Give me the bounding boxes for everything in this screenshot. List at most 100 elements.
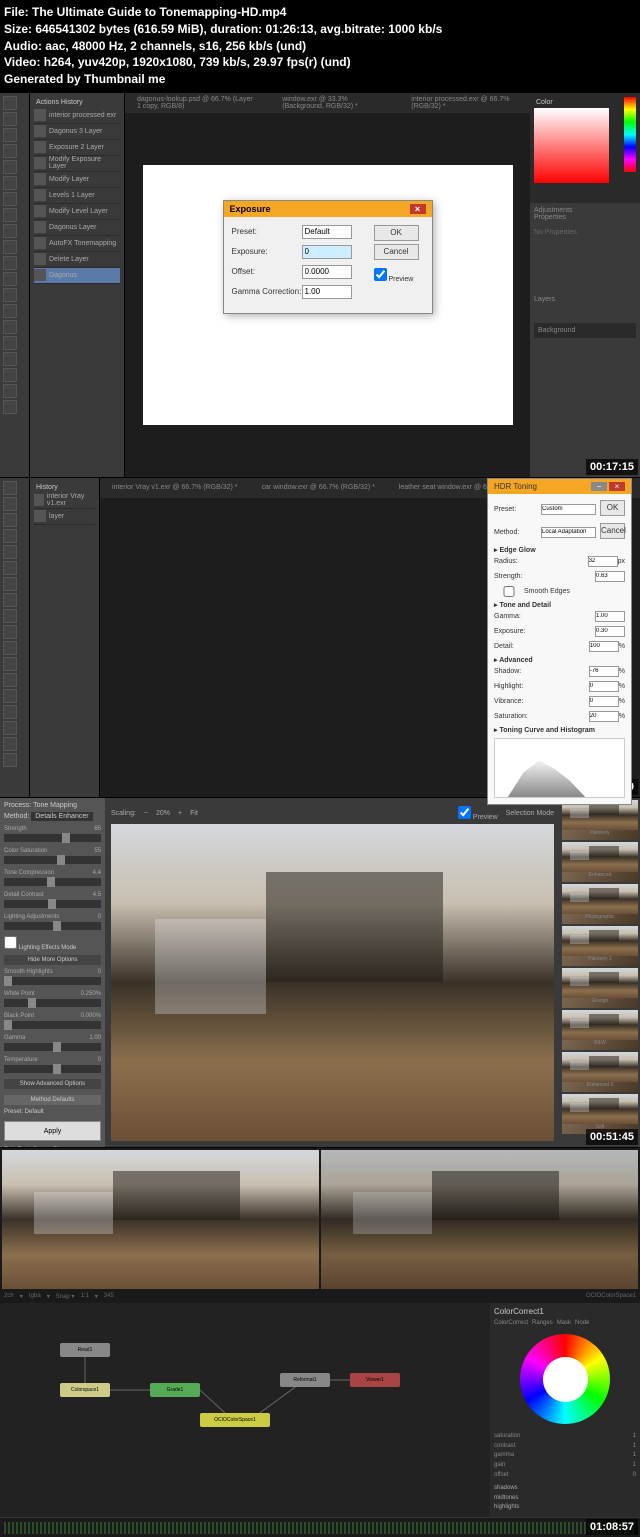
tool-icon[interactable] <box>3 368 17 382</box>
apply-button[interactable]: Apply <box>4 1121 101 1141</box>
preset-thumb[interactable]: B&W <box>562 1010 638 1050</box>
detail-input[interactable] <box>589 641 619 652</box>
tool-icon[interactable] <box>3 128 17 142</box>
preset-thumb[interactable]: Soft <box>562 1094 638 1134</box>
preview-checkbox[interactable] <box>458 806 471 819</box>
preset-select[interactable] <box>541 504 596 515</box>
layer-item[interactable]: Dagonus 3 Layer <box>34 124 120 140</box>
eye-icon[interactable] <box>34 253 46 265</box>
layer-item[interactable]: AutoFX Tonemapping <box>34 236 120 252</box>
tool-icon[interactable] <box>3 256 17 270</box>
tool-icon[interactable] <box>3 657 17 671</box>
gamma-input[interactable] <box>595 611 625 622</box>
viewer-a[interactable] <box>2 1150 319 1289</box>
tool-icon[interactable] <box>3 352 17 366</box>
layer-item[interactable]: interior Vray v1.exr <box>34 493 95 509</box>
canvas[interactable]: Exposure× Preset: Exposure: Offset: Gamm… <box>125 113 530 477</box>
tool-icon[interactable] <box>3 208 17 222</box>
eye-icon[interactable] <box>34 125 46 137</box>
tool-icon[interactable] <box>3 112 17 126</box>
tool-icon[interactable] <box>3 272 17 286</box>
eye-icon[interactable] <box>34 109 46 121</box>
eye-icon[interactable] <box>34 157 46 169</box>
ok-button[interactable]: OK <box>600 500 625 516</box>
zoom-out[interactable]: − <box>144 810 148 817</box>
tool-icon[interactable] <box>3 384 17 398</box>
tool-icon[interactable] <box>3 288 17 302</box>
preset-thumb[interactable]: Enhanced <box>562 842 638 882</box>
eye-icon[interactable] <box>34 189 46 201</box>
tool-icon[interactable] <box>3 673 17 687</box>
cancel-button[interactable]: Cancel <box>374 244 419 260</box>
preset-thumb[interactable]: Painterly 2 <box>562 926 638 966</box>
slider[interactable]: Strength 65 <box>4 826 101 842</box>
layer-item[interactable]: Dagonus <box>34 268 120 284</box>
tool-icon[interactable] <box>3 96 17 110</box>
offset-input[interactable] <box>302 265 352 279</box>
slider[interactable]: Temperature 0 <box>4 1057 101 1073</box>
preset-thumb[interactable]: Enhanced 2 <box>562 1052 638 1092</box>
tool-icon[interactable] <box>3 176 17 190</box>
color-wheel[interactable] <box>520 1334 610 1424</box>
saturation-input[interactable] <box>589 711 619 722</box>
tab[interactable]: car window.exr @ 66.7% (RGB/32) * <box>254 482 383 493</box>
tool-icon[interactable] <box>3 320 17 334</box>
layer-item[interactable]: interior processed exr <box>34 108 120 124</box>
node-read[interactable]: Read1 <box>60 1343 110 1357</box>
tool-icon[interactable] <box>3 753 17 767</box>
preview-image[interactable] <box>111 824 554 1141</box>
layer-item[interactable]: Modify Layer <box>34 172 120 188</box>
shadow-input[interactable] <box>589 666 619 677</box>
tool-icon[interactable] <box>3 577 17 591</box>
ok-button[interactable]: OK <box>374 225 419 241</box>
layer-item[interactable]: Delete Layer <box>34 252 120 268</box>
preset-thumb[interactable]: Painterly <box>562 800 638 840</box>
viewer-b[interactable] <box>321 1150 638 1289</box>
toggle-options[interactable]: Hide More Options <box>4 955 101 965</box>
eye-icon[interactable] <box>34 494 44 506</box>
slider[interactable]: Color Saturation 55 <box>4 848 101 864</box>
radius-input[interactable] <box>588 556 618 567</box>
fit-button[interactable]: Fit <box>190 810 198 817</box>
selection-mode[interactable]: Selection Mode <box>506 810 554 817</box>
eye-icon[interactable] <box>34 173 46 185</box>
layer-item[interactable]: Dagonus Layer <box>34 220 120 236</box>
layer-item[interactable]: Modify Level Layer <box>34 204 120 220</box>
tool-icon[interactable] <box>3 240 17 254</box>
tab[interactable]: interior processed.exr @ 66.7% (RGB/32) … <box>403 94 518 112</box>
slider[interactable]: Black Point 0.000% <box>4 1013 101 1029</box>
cancel-button[interactable]: Cancel <box>600 523 625 539</box>
prop-tab[interactable]: ColorCorrect <box>494 1320 528 1326</box>
tool-icon[interactable] <box>3 481 17 495</box>
zoom-in[interactable]: + <box>178 810 182 817</box>
lighting-checkbox[interactable] <box>4 936 17 949</box>
tool-icon[interactable] <box>3 513 17 527</box>
method-select[interactable] <box>541 527 596 538</box>
histogram[interactable] <box>494 738 625 798</box>
highlight-input[interactable] <box>589 681 619 692</box>
close-icon[interactable]: × <box>609 482 625 491</box>
tool-icon[interactable] <box>3 609 17 623</box>
eye-icon[interactable] <box>34 269 46 281</box>
node-colorspace[interactable]: Colorspace1 <box>60 1383 110 1397</box>
tool-icon[interactable] <box>3 144 17 158</box>
tool-icon[interactable] <box>3 192 17 206</box>
tool-icon[interactable] <box>3 336 17 350</box>
tab[interactable]: dagonus-lookup.psd @ 66.7% (Layer 1 copy… <box>129 94 266 112</box>
slider[interactable]: Tone Compression 4.4 <box>4 870 101 886</box>
slider[interactable]: Smooth Highlights 0 <box>4 969 101 985</box>
preset-thumb[interactable]: Grunge <box>562 968 638 1008</box>
minimize-icon[interactable]: − <box>591 482 607 491</box>
node-grade[interactable]: Grade1 <box>150 1383 200 1397</box>
exposure-input[interactable] <box>302 245 352 259</box>
prop-tab[interactable]: Ranges <box>532 1320 553 1326</box>
tab[interactable]: window.exr @ 33.3% (Background, RGB/32) … <box>274 94 395 112</box>
eye-icon[interactable] <box>34 237 46 249</box>
tool-icon[interactable] <box>3 224 17 238</box>
slider[interactable]: Gamma 1.00 <box>4 1035 101 1051</box>
color-picker[interactable]: Color <box>530 93 640 203</box>
smooth-checkbox[interactable] <box>494 586 524 597</box>
node-viewer[interactable]: Viewer1 <box>350 1373 400 1387</box>
preset-thumb[interactable]: Photographic <box>562 884 638 924</box>
layer-item[interactable]: layer <box>34 509 95 525</box>
